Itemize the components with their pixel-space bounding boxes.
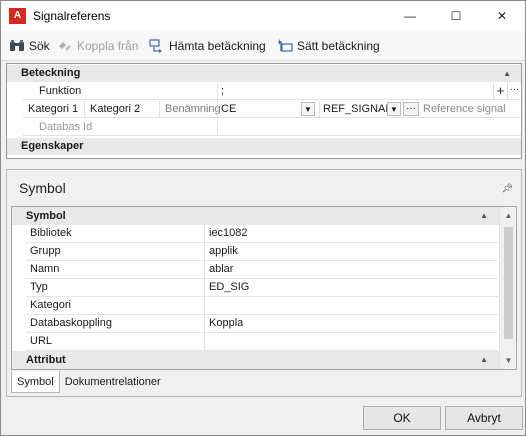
scroll-down-icon[interactable]: ▼ bbox=[500, 352, 516, 369]
kategori2-label: Kategori 2 bbox=[84, 101, 159, 117]
maximize-button[interactable]: ☐ bbox=[433, 1, 479, 31]
collapse-caret-icon[interactable]: ▲ bbox=[480, 351, 488, 369]
symbol-property-grid: Symbol ▲ Bibliotek iec1082 Grupp applik … bbox=[11, 206, 517, 370]
category-symbol[interactable]: Symbol ▲ bbox=[12, 207, 500, 225]
collapse-caret-icon[interactable]: ▲ bbox=[503, 65, 511, 82]
table-row: Namn ablar bbox=[26, 261, 498, 279]
kategori-ellipsis-button[interactable]: ··· bbox=[403, 102, 419, 116]
kategori2-field[interactable]: REF_SIGNAL bbox=[319, 101, 391, 117]
databas-row: Databas Id bbox=[23, 119, 521, 136]
dialog-footer: OK Avbryt bbox=[1, 399, 525, 435]
fetch-icon bbox=[149, 38, 165, 54]
search-button[interactable]: Sök bbox=[9, 38, 50, 54]
databas-id-field bbox=[217, 119, 521, 135]
table-row: Kategori bbox=[26, 297, 498, 315]
table-row: Typ ED_SIG bbox=[26, 279, 498, 297]
disconnect-icon bbox=[57, 38, 73, 54]
category-attribut[interactable]: Attribut ▲ bbox=[12, 351, 500, 369]
ok-button[interactable]: OK bbox=[363, 406, 441, 430]
designation-property-grid: Beteckning ▲ Funktion ; + ··· Kategori 1… bbox=[6, 63, 522, 159]
kategori1-label: Kategori 1 bbox=[28, 103, 79, 115]
dialog-window: A Signalreferens — ☐ ✕ Sök Koppla från H… bbox=[0, 0, 526, 436]
set-designation-button[interactable]: Sätt betäckning bbox=[277, 38, 380, 54]
collapse-caret-icon[interactable]: ▲ bbox=[480, 207, 488, 225]
app-logo-icon: A bbox=[9, 8, 26, 24]
benamning-field[interactable]: Reference signal bbox=[423, 101, 506, 117]
table-row: Bibliotek iec1082 bbox=[26, 225, 498, 243]
benamning-label: Benämning bbox=[159, 101, 221, 117]
minimize-button[interactable]: — bbox=[387, 1, 433, 31]
funktion-label: Funktion bbox=[39, 85, 82, 97]
kategori1-field[interactable]: CE bbox=[217, 101, 301, 117]
panel-tabs: Symbol Dokumentrelationer bbox=[11, 371, 166, 393]
category-beteckning[interactable]: Beteckning ▲ bbox=[7, 65, 521, 82]
add-icon[interactable]: + bbox=[493, 83, 507, 99]
disconnect-button[interactable]: Koppla från bbox=[57, 38, 138, 54]
vertical-scrollbar[interactable]: ▲ ▼ bbox=[499, 207, 516, 369]
pin-icon[interactable]: 📌︎ bbox=[502, 183, 513, 194]
kategori-row: Kategori 1 Kategori 2 Benämning CE ▼ REF… bbox=[23, 101, 521, 118]
funktion-input[interactable]: ; bbox=[217, 83, 493, 99]
scroll-up-icon[interactable]: ▲ bbox=[500, 207, 516, 224]
table-row: Grupp applik bbox=[26, 243, 498, 261]
category-egenskaper[interactable]: Egenskaper bbox=[7, 138, 521, 155]
fetch-designation-button[interactable]: Hämta betäckning bbox=[149, 38, 266, 54]
set-icon bbox=[277, 38, 293, 54]
scroll-thumb[interactable] bbox=[504, 227, 513, 339]
kategori1-dropdown-icon[interactable]: ▼ bbox=[301, 102, 315, 116]
panel-title: Symbol bbox=[19, 180, 66, 196]
ellipsis-button[interactable]: ··· bbox=[507, 83, 521, 99]
window-title: Signalreferens bbox=[33, 9, 111, 23]
table-row: Databaskoppling Koppla bbox=[26, 315, 498, 333]
tab-symbol[interactable]: Symbol bbox=[11, 371, 60, 393]
kategori2-dropdown-icon[interactable]: ▼ bbox=[387, 102, 401, 116]
title-bar[interactable]: A Signalreferens — ☐ ✕ bbox=[1, 1, 525, 31]
table-row: URL bbox=[26, 333, 498, 351]
binoculars-icon bbox=[9, 38, 25, 54]
tab-dokumentrelationer[interactable]: Dokumentrelationer bbox=[60, 371, 166, 393]
funktion-row: Funktion ; + ··· bbox=[23, 83, 521, 100]
databas-id-label: Databas Id bbox=[39, 121, 93, 133]
cancel-button[interactable]: Avbryt bbox=[445, 406, 523, 430]
toolbar: Sök Koppla från Hämta betäckning Sätt be… bbox=[1, 31, 525, 61]
close-button[interactable]: ✕ bbox=[479, 1, 525, 31]
symbol-panel: Symbol 📌︎ Symbol ▲ Bibliotek iec1082 Gru… bbox=[6, 169, 522, 397]
